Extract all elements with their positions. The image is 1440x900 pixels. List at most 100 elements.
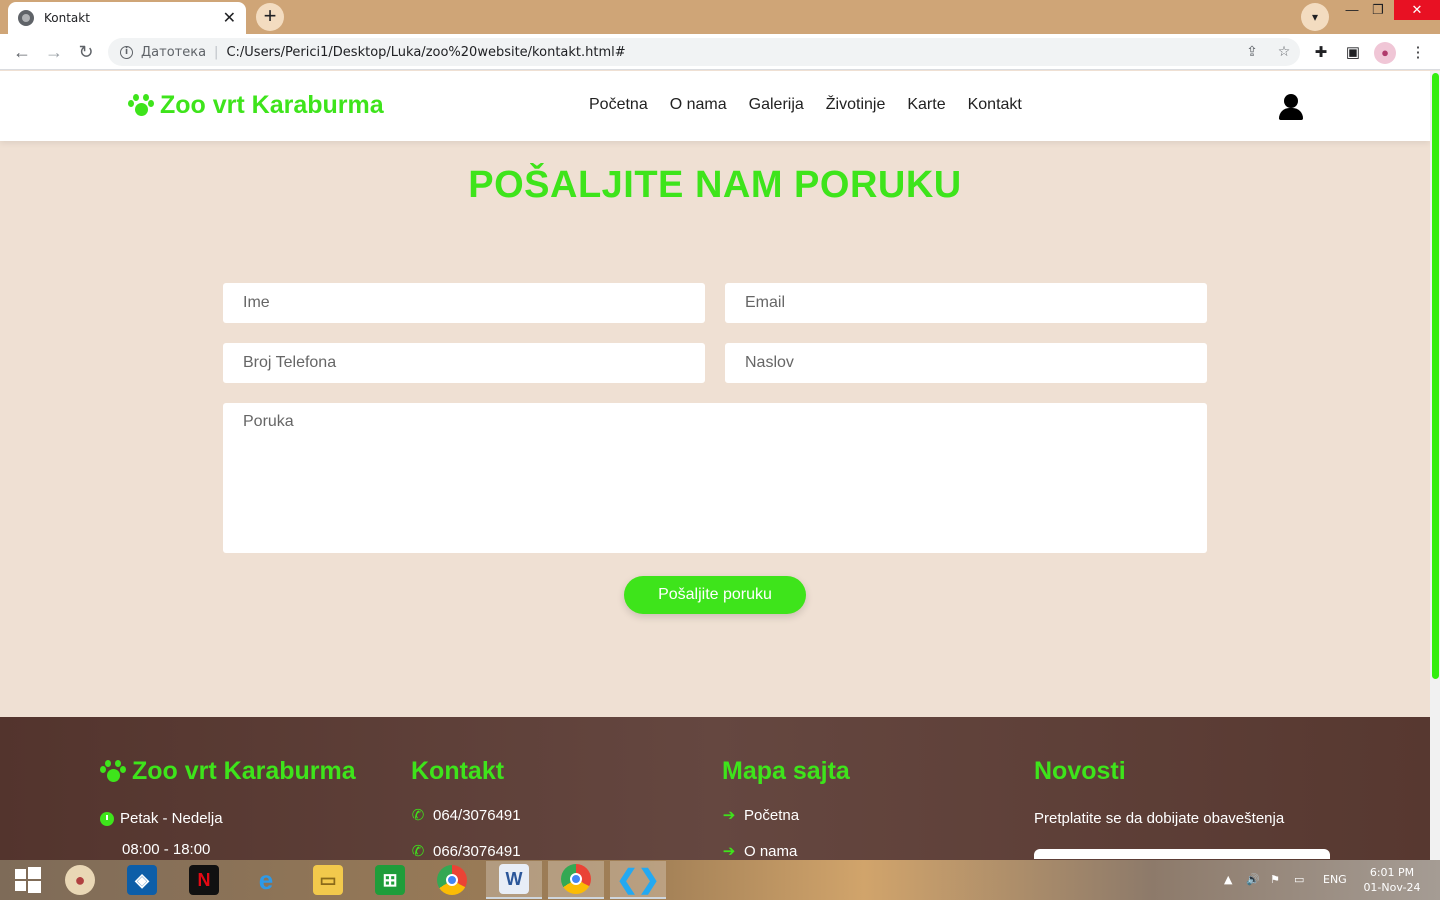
window-close-button[interactable]: ✕: [1394, 0, 1440, 20]
extensions-icon[interactable]: ✚: [1310, 42, 1332, 64]
logo-text: Zoo vrt Karaburma: [160, 91, 384, 119]
side-panel-icon[interactable]: ▣: [1342, 42, 1364, 64]
scrollbar-thumb[interactable]: [1432, 73, 1439, 679]
chrome-icon: [437, 865, 467, 895]
footer-phone-1[interactable]: ✆ 064/3076491: [411, 806, 521, 825]
site-logo[interactable]: Zoo vrt Karaburma: [128, 91, 384, 120]
nav-link-zivotinje[interactable]: Životinje: [826, 96, 886, 114]
folder-icon: ▭: [313, 865, 343, 895]
avatar-icon: ●: [1374, 42, 1396, 64]
nav-link-karte[interactable]: Karte: [907, 96, 945, 114]
volume-icon[interactable]: 🔊: [1246, 860, 1260, 900]
new-tab-button[interactable]: +: [256, 3, 284, 31]
language-indicator[interactable]: ENG: [1323, 860, 1347, 900]
browser-menu-icon[interactable]: ⋮: [1407, 42, 1429, 64]
nav-link-kontakt[interactable]: Kontakt: [968, 96, 1022, 114]
taskbar-netflix[interactable]: N: [176, 861, 232, 899]
windows-taskbar: ● ◈ N e ▭ ⊞ W ❮❯ ▲ 🔊 ⚑ ▭ ENG 6:01 PM 01-…: [0, 860, 1440, 900]
address-url[interactable]: C:/Users/Perici1/Desktop/Luka/zoo%20webs…: [226, 45, 1236, 60]
email-input[interactable]: [725, 283, 1207, 323]
browser-tab[interactable]: Kontakt ✕: [8, 2, 246, 34]
web-page: Zoo vrt Karaburma Početna O nama Galerij…: [0, 71, 1430, 860]
reload-button[interactable]: ↻: [74, 40, 98, 64]
footer-contact-column: Kontakt ✆ 064/3076491 ✆ 066/3076491: [411, 757, 521, 860]
share-icon[interactable]: ⇪: [1236, 44, 1268, 60]
netflix-icon: N: [189, 865, 219, 895]
nav-link-galerija[interactable]: Galerija: [749, 96, 804, 114]
phone-icon: ✆: [411, 807, 425, 824]
site-footer: Zoo vrt Karaburma Petak - Nedelja 08:00 …: [0, 717, 1430, 860]
opening-days-text: Petak - Nedelja: [120, 810, 223, 827]
phone-input[interactable]: [223, 343, 705, 383]
restore-button[interactable]: ❐: [1360, 0, 1396, 20]
sitemap-link-text: O nama: [744, 842, 798, 860]
taskbar-file-explorer[interactable]: ▭: [300, 861, 356, 899]
taskbar-chrome[interactable]: [424, 861, 480, 899]
browser-tab-strip: Kontakt ✕ + ▾ — ❐ ✕: [0, 0, 1440, 34]
bookmark-star-icon[interactable]: ☆: [1268, 44, 1300, 60]
send-message-button[interactable]: Pošaljite poruku: [624, 576, 806, 614]
forward-button[interactable]: →: [42, 40, 66, 64]
taskbar-store[interactable]: ⊞: [362, 861, 418, 899]
site-header: Zoo vrt Karaburma Početna O nama Galerij…: [0, 71, 1430, 141]
address-scheme-label: Датотека: [141, 44, 207, 60]
footer-contact-title: Kontakt: [411, 757, 505, 785]
tab-search-button[interactable]: ▾: [1301, 3, 1329, 31]
address-bar[interactable]: i Датотека | C:/Users/Perici1/Desktop/Lu…: [108, 38, 1300, 66]
phone-2-text: 066/3076491: [433, 842, 521, 860]
footer-sitemap-title: Mapa sajta: [722, 757, 850, 785]
taskbar-vscode[interactable]: ❮❯: [610, 861, 666, 899]
nav-link-pocetna[interactable]: Početna: [589, 96, 648, 114]
opening-days: Petak - Nedelja: [100, 810, 356, 827]
taskbar-word[interactable]: W: [486, 861, 542, 899]
taskbar-app-blue[interactable]: ◈: [114, 861, 170, 899]
tab-title: Kontakt: [44, 11, 90, 25]
arrow-right-icon: ➔: [722, 807, 736, 824]
sitemap-link-o-nama[interactable]: ➔ O nama: [722, 842, 850, 861]
footer-brand: Zoo vrt Karaburma: [100, 757, 356, 786]
paint-palette-icon: ●: [65, 865, 95, 895]
taskbar-clock[interactable]: 6:01 PM 01-Nov-24: [1360, 865, 1424, 895]
message-textarea[interactable]: [223, 403, 1207, 553]
user-icon[interactable]: [1279, 94, 1303, 120]
back-button[interactable]: ←: [10, 40, 34, 64]
taskbar-internet-explorer[interactable]: e: [238, 861, 294, 899]
taskbar-paint[interactable]: ●: [52, 861, 108, 899]
footer-brand-text: Zoo vrt Karaburma: [132, 757, 356, 785]
opening-hours: 08:00 - 18:00: [122, 841, 211, 858]
footer-phone-2[interactable]: ✆ 066/3076491: [411, 842, 521, 861]
store-icon: ⊞: [375, 865, 405, 895]
chrome-profile-icon: [561, 864, 591, 894]
newsletter-email-input[interactable]: [1034, 849, 1330, 859]
page-scrollbar[interactable]: [1430, 71, 1440, 860]
cube-icon: ◈: [127, 865, 157, 895]
name-input[interactable]: [223, 283, 705, 323]
network-icon[interactable]: ▭: [1294, 860, 1304, 900]
globe-icon: [18, 10, 34, 26]
notification-flag-icon[interactable]: ⚑: [1270, 860, 1280, 900]
phone-1-text: 064/3076491: [433, 806, 521, 824]
phone-icon: ✆: [411, 843, 425, 860]
paw-icon: [100, 759, 126, 784]
tab-close-button[interactable]: ✕: [223, 8, 236, 28]
nav-link-o-nama[interactable]: O nama: [670, 96, 727, 114]
arrow-right-icon: ➔: [722, 843, 736, 860]
info-icon[interactable]: i: [120, 45, 133, 59]
internet-explorer-icon: e: [258, 864, 274, 895]
page-title: POŠALJITE NAM PORUKU: [468, 164, 962, 206]
vscode-icon: ❮❯: [616, 863, 660, 894]
browser-toolbar: ← → ↻ i Датотека | C:/Users/Perici1/Desk…: [0, 34, 1440, 70]
taskbar-chrome-profile[interactable]: [548, 861, 604, 899]
subject-input[interactable]: [725, 343, 1207, 383]
address-separator: |: [214, 44, 219, 60]
sitemap-link-text: Početna: [744, 806, 800, 824]
footer-brand-column: Zoo vrt Karaburma Petak - Nedelja 08:00 …: [100, 757, 356, 858]
tray-overflow-icon[interactable]: ▲: [1224, 860, 1232, 900]
footer-news-title: Novosti: [1034, 757, 1126, 785]
main-nav: Početna O nama Galerija Životinje Karte …: [578, 96, 1033, 114]
profile-button[interactable]: ●: [1374, 42, 1396, 64]
newsletter-text: Pretplatite se da dobijate obaveštenja: [1034, 810, 1285, 827]
clock-icon: [100, 811, 114, 826]
start-button[interactable]: [0, 861, 56, 899]
sitemap-link-pocetna[interactable]: ➔ Početna: [722, 806, 850, 825]
